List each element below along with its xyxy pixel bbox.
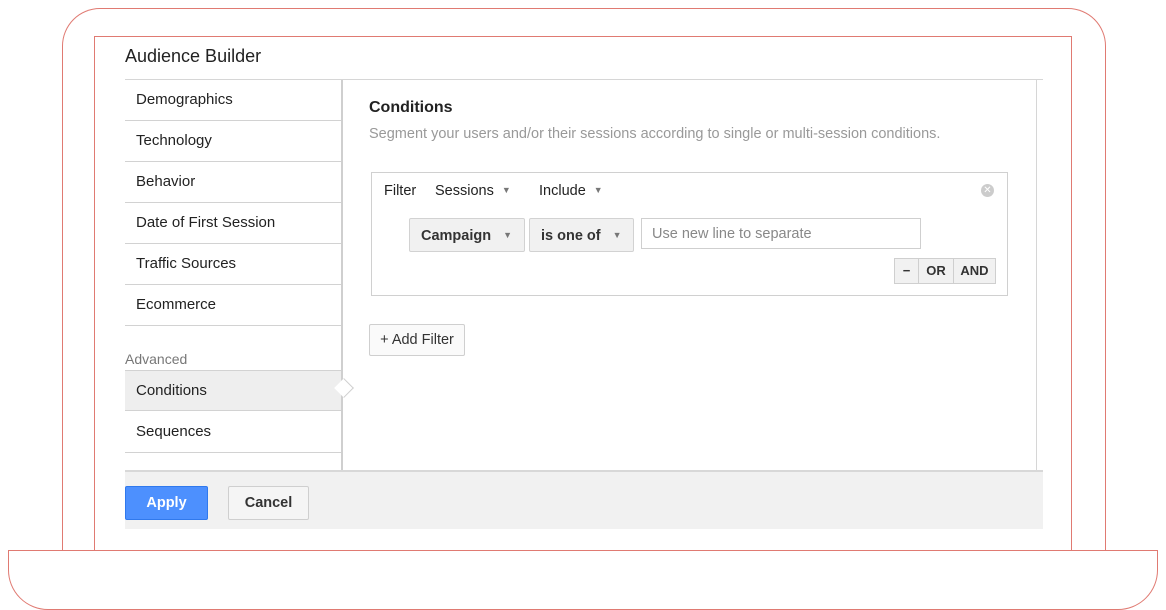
sidebar-item-technology[interactable]: Technology <box>125 121 342 162</box>
remove-filter-icon[interactable]: ✕ <box>981 184 994 197</box>
sidebar-item-behavior[interactable]: Behavior <box>125 162 342 203</box>
dimension-select[interactable]: Campaign ▼ <box>409 218 525 252</box>
filter-value-input[interactable] <box>641 218 921 249</box>
and-button[interactable]: AND <box>953 258 996 284</box>
apply-button[interactable]: Apply <box>125 486 208 520</box>
laptop-base <box>8 550 1158 610</box>
filter-label: Filter <box>384 183 417 199</box>
scope-dropdown-label: Sessions <box>435 183 494 199</box>
cancel-button[interactable]: Cancel <box>228 486 309 520</box>
section-title: Conditions <box>369 99 453 116</box>
operator-select-label: is one of <box>541 228 601 244</box>
caret-down-icon: ▼ <box>593 185 603 195</box>
include-dropdown[interactable]: Include ▼ <box>539 183 603 199</box>
add-filter-button[interactable]: + Add Filter <box>369 324 465 356</box>
caret-down-icon: ▼ <box>503 230 513 240</box>
sidebar-item-sequences[interactable]: Sequences <box>125 412 342 453</box>
remove-condition-button[interactable]: − <box>894 258 919 284</box>
operator-select[interactable]: is one of ▼ <box>529 218 634 252</box>
sidebar-item-traffic-sources[interactable]: Traffic Sources <box>125 244 342 285</box>
page-title: Audience Builder <box>125 46 262 66</box>
section-description: Segment your users and/or their sessions… <box>369 126 941 142</box>
sidebar-section-label: Advanced <box>125 351 188 367</box>
include-dropdown-label: Include <box>539 183 586 199</box>
caret-down-icon: ▼ <box>612 230 622 240</box>
sidebar-item-conditions[interactable]: Conditions <box>125 370 342 411</box>
scope-dropdown[interactable]: Sessions ▼ <box>435 183 511 199</box>
caret-down-icon: ▼ <box>501 185 511 195</box>
panel-border <box>1036 80 1037 470</box>
sidebar-item-ecommerce[interactable]: Ecommerce <box>125 285 342 326</box>
sidebar-item-demographics[interactable]: Demographics <box>125 80 342 121</box>
dimension-select-label: Campaign <box>421 228 492 244</box>
or-button[interactable]: OR <box>918 258 954 284</box>
sidebar: Demographics Technology Behavior Date of… <box>125 80 342 470</box>
sidebar-item-date-of-first-session[interactable]: Date of First Session <box>125 203 342 244</box>
sidebar-divider <box>341 80 343 470</box>
